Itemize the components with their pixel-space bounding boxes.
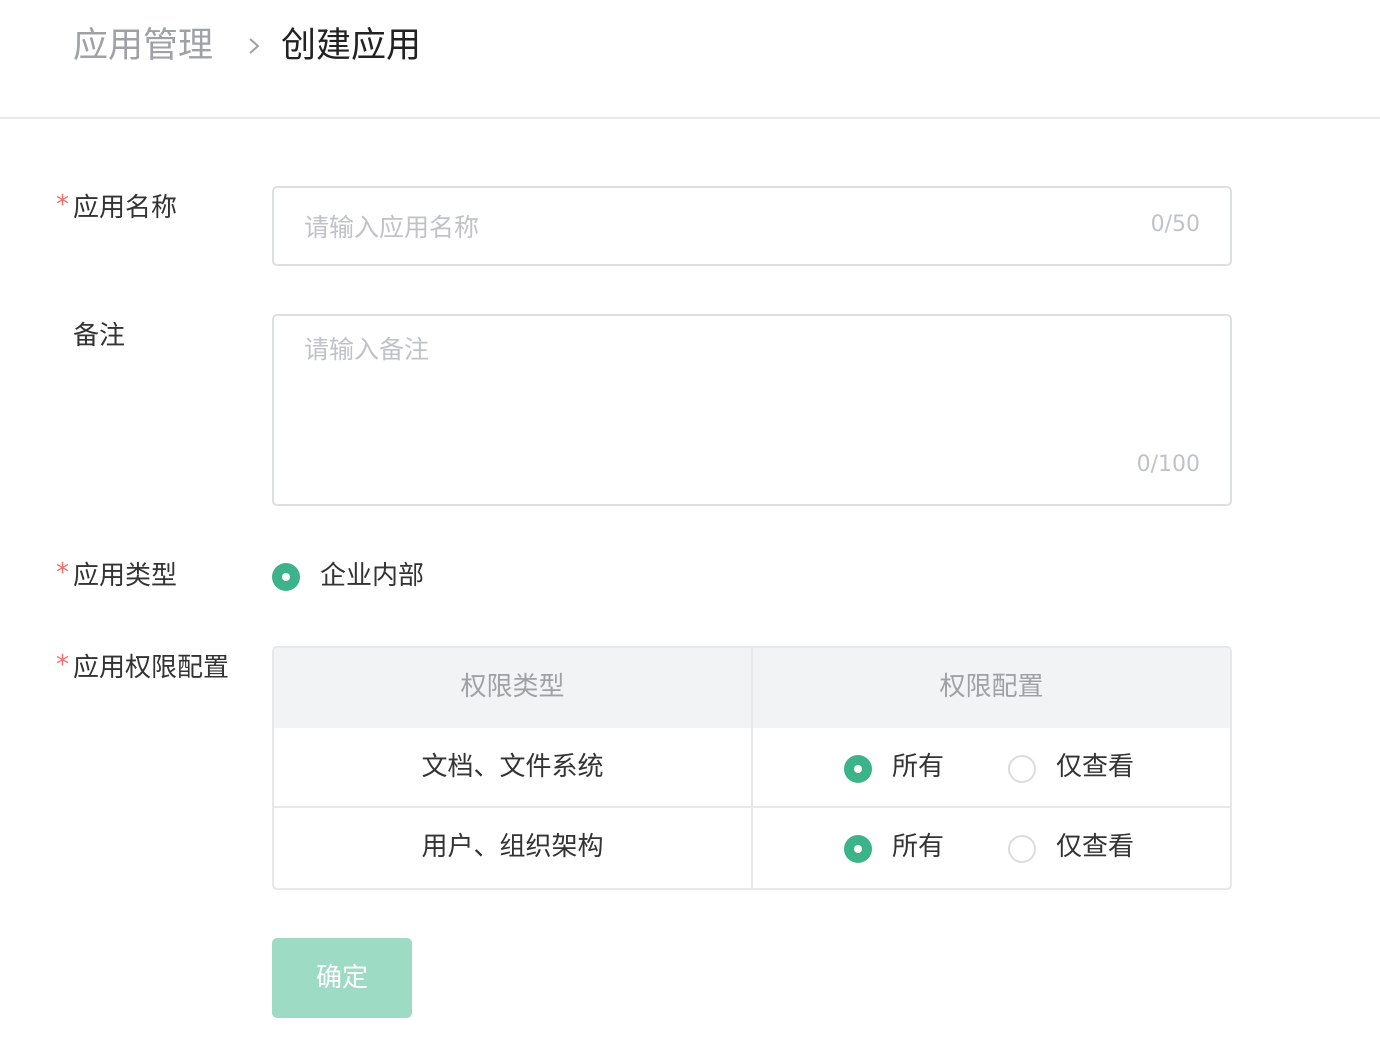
breadcrumb-parent-link[interactable]: 应用管理 bbox=[73, 24, 213, 68]
permission-all-radio[interactable] bbox=[844, 755, 872, 783]
remark-textarea[interactable] bbox=[304, 330, 1184, 450]
permissions-table: 权限类型 权限配置 文档、文件系统 所有 仅查看 用户、组织架构 所有 仅查看 bbox=[272, 646, 1232, 890]
breadcrumb-current: 创建应用 bbox=[281, 26, 422, 66]
permission-type-cell: 文档、文件系统 bbox=[421, 752, 604, 782]
permission-view-only-label[interactable]: 仅查看 bbox=[1056, 750, 1134, 784]
remark-label: 备注 bbox=[73, 321, 126, 351]
confirm-button[interactable]: 确定 bbox=[272, 938, 412, 1018]
app-type-label: 应用类型 bbox=[73, 561, 178, 591]
permission-type-cell: 用户、组织架构 bbox=[421, 832, 604, 862]
remark-counter: 0/100 bbox=[1136, 452, 1200, 477]
required-mark: * bbox=[56, 650, 69, 680]
permissions-label: 应用权限配置 bbox=[73, 653, 230, 683]
required-mark: * bbox=[56, 558, 69, 588]
permission-view-only-radio[interactable] bbox=[1008, 835, 1036, 863]
permission-all-label[interactable]: 所有 bbox=[892, 830, 944, 864]
app-name-field[interactable]: 0/50 bbox=[272, 186, 1232, 266]
column-header-permission-config: 权限配置 bbox=[939, 672, 1044, 702]
permission-view-only-label[interactable]: 仅查看 bbox=[1056, 830, 1134, 864]
app-name-counter: 0/50 bbox=[1150, 212, 1200, 237]
remark-field[interactable]: 0/100 bbox=[272, 314, 1232, 506]
chevron-right-icon bbox=[249, 38, 260, 54]
permission-all-label[interactable]: 所有 bbox=[892, 750, 944, 784]
column-header-permission-type: 权限类型 bbox=[460, 672, 565, 702]
app-type-option-label[interactable]: 企业内部 bbox=[320, 559, 424, 593]
required-mark: * bbox=[56, 190, 69, 220]
row-divider bbox=[274, 806, 1230, 808]
permission-view-only-radio[interactable] bbox=[1008, 755, 1036, 783]
app-type-radio-internal[interactable] bbox=[272, 563, 300, 591]
page-header: 应用管理 创建应用 bbox=[0, 0, 1380, 119]
app-name-input[interactable] bbox=[304, 208, 1124, 246]
app-name-label: 应用名称 bbox=[73, 193, 178, 223]
column-divider bbox=[751, 648, 753, 888]
permission-all-radio[interactable] bbox=[844, 835, 872, 863]
